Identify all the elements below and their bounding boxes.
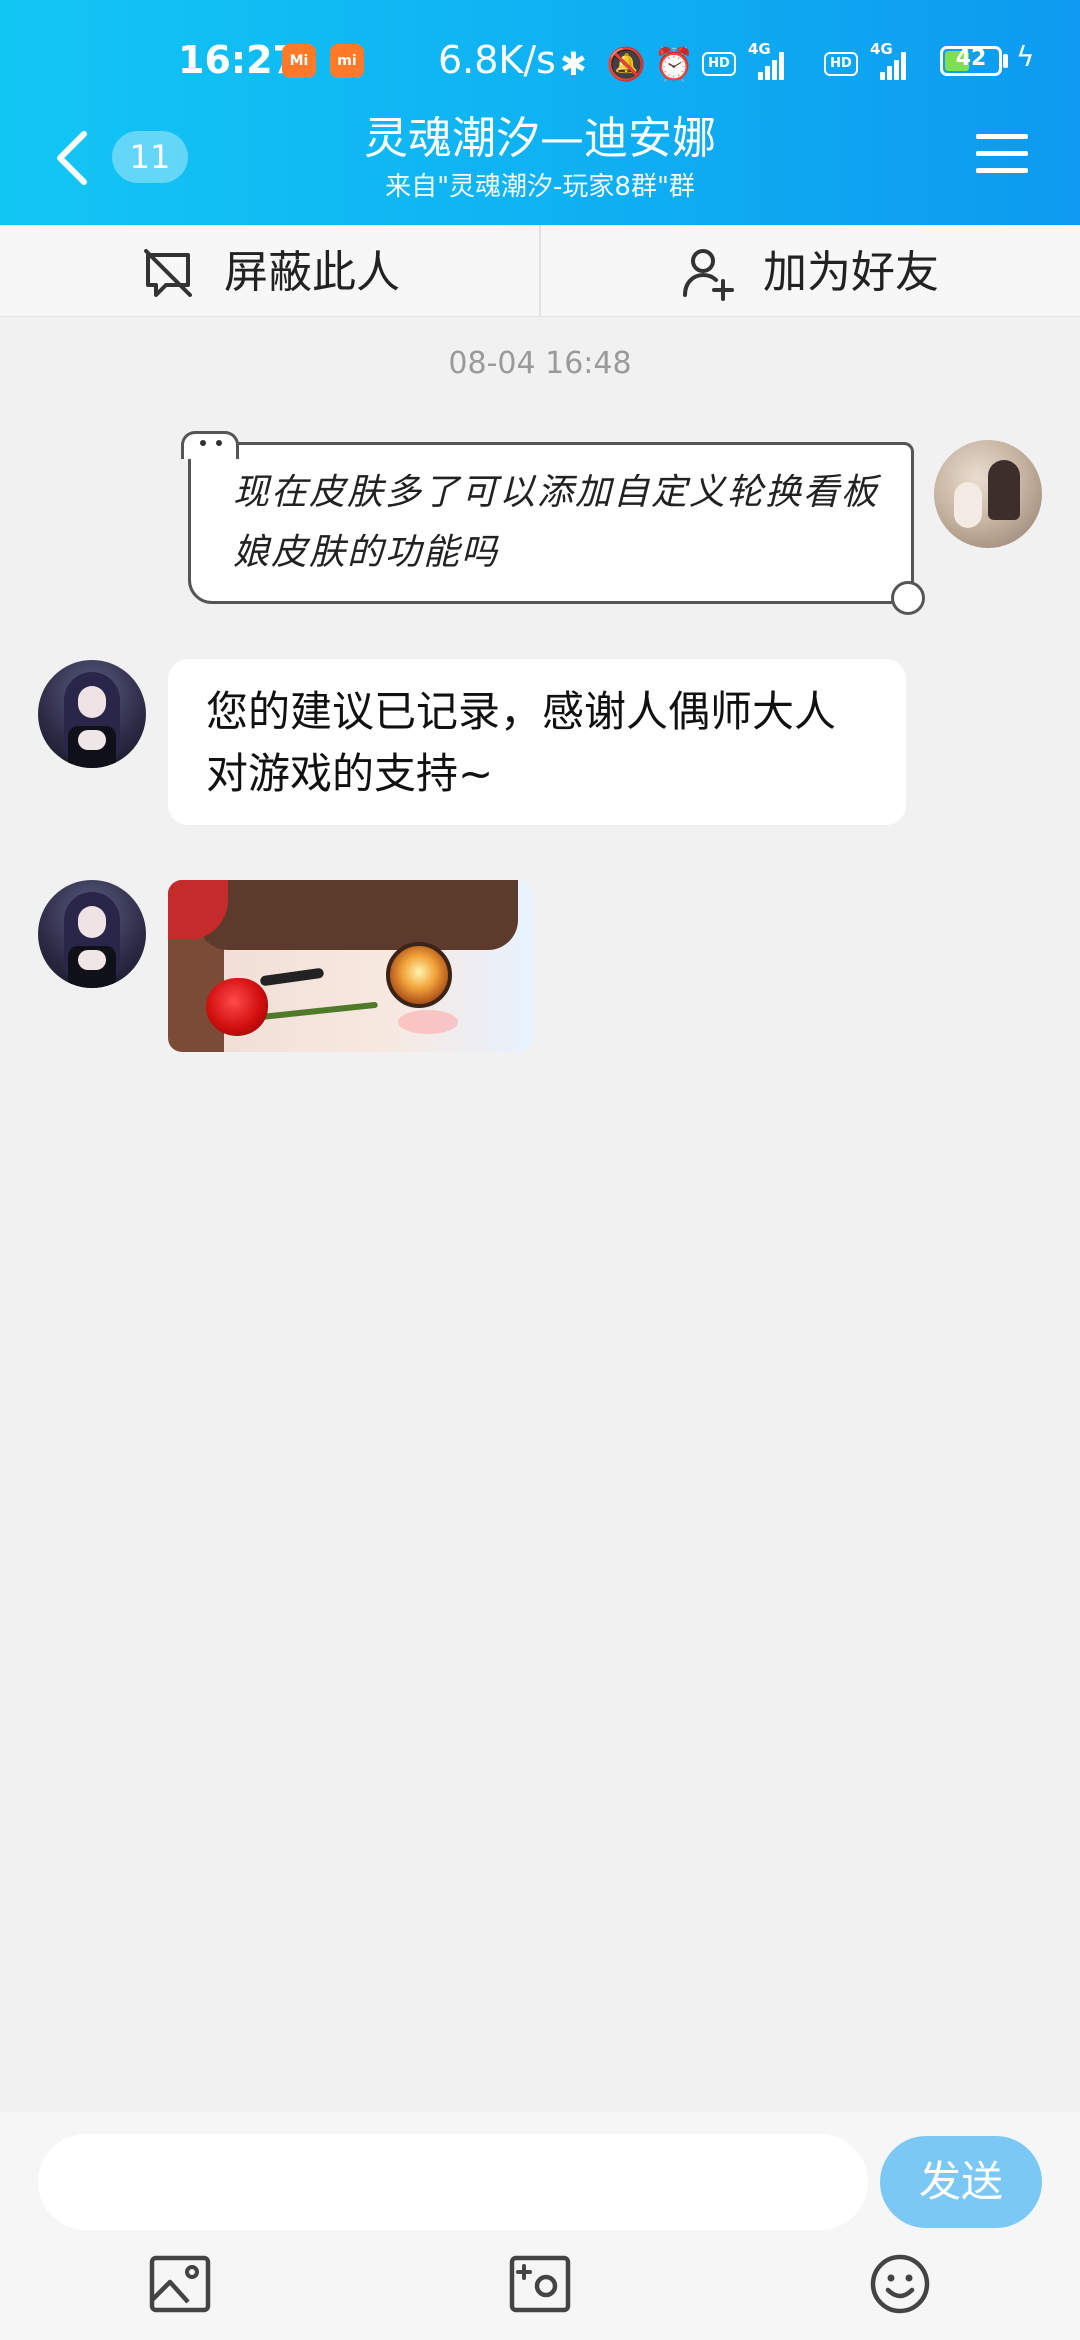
my-avatar[interactable]: [934, 440, 1042, 548]
message-timestamp: 08-04 16:48: [448, 346, 632, 381]
unread-count-badge[interactable]: 11: [112, 131, 188, 183]
message-text: 现在皮肤多了可以添加自定义轮换看板娘皮肤的功能吗: [233, 472, 880, 573]
send-button[interactable]: 发送: [880, 2136, 1042, 2228]
battery-icon: 42: [940, 46, 1002, 76]
rose-icon: [206, 978, 268, 1036]
block-user-label: 屏蔽此人: [224, 247, 400, 298]
input-bar: 发送: [0, 2112, 1080, 2340]
network-speed: 6.8K/s: [438, 38, 556, 82]
app-header: 16:27 Mi mi 6.8K/s ✱ 🔕 ⏰ HD 4G HD 4G 42 …: [0, 0, 1080, 225]
hd-icon: HD: [702, 52, 736, 76]
block-icon: [144, 249, 192, 297]
emoji-icon[interactable]: [868, 2252, 932, 2316]
signal-icon: [874, 52, 908, 80]
bear-decoration-icon: [181, 431, 239, 459]
menu-icon[interactable]: [976, 132, 1028, 176]
status-time: 16:27: [178, 38, 299, 82]
contact-message-bubble[interactable]: 您的建议已记录，感谢人偶师大人对游戏的支持~: [168, 659, 906, 825]
message-input[interactable]: [38, 2134, 868, 2230]
message-text: 您的建议已记录，感谢人偶师大人对游戏的支持~: [206, 687, 837, 798]
contact-avatar[interactable]: [38, 660, 146, 768]
signal-icon: [752, 52, 786, 80]
add-friend-button[interactable]: 加为好友: [541, 225, 1080, 317]
action-bar: 屏蔽此人 加为好友: [0, 225, 1080, 317]
mute-bell-icon: 🔕: [606, 45, 646, 83]
app-notification-icon: Mi: [282, 44, 316, 78]
sticker-image[interactable]: [168, 880, 532, 1052]
hd-icon: HD: [824, 52, 858, 76]
status-bar: 16:27 Mi mi 6.8K/s ✱ 🔕 ⏰ HD 4G HD 4G 42 …: [0, 30, 1080, 94]
block-user-button[interactable]: 屏蔽此人: [0, 225, 539, 317]
battery-level: 42: [955, 46, 987, 71]
add-friend-icon: [683, 249, 734, 301]
camera-icon[interactable]: [508, 2252, 572, 2316]
page-subtitle: 来自"灵魂潮汐-玩家8群"群: [385, 172, 695, 202]
charging-icon: ϟ: [1016, 40, 1035, 73]
contact-avatar[interactable]: [38, 880, 146, 988]
alarm-icon: ⏰: [654, 45, 694, 83]
back-icon[interactable]: [52, 128, 92, 188]
my-message-bubble[interactable]: 现在皮肤多了可以添加自定义轮换看板娘皮肤的功能吗: [181, 431, 925, 615]
image-icon[interactable]: [148, 2252, 212, 2316]
bluetooth-icon: ✱: [560, 45, 587, 83]
app-notification-icon: mi: [330, 44, 364, 78]
add-friend-label: 加为好友: [763, 247, 939, 298]
bubble-decoration: [891, 581, 925, 615]
page-title: 灵魂潮汐—迪安娜: [364, 113, 716, 164]
